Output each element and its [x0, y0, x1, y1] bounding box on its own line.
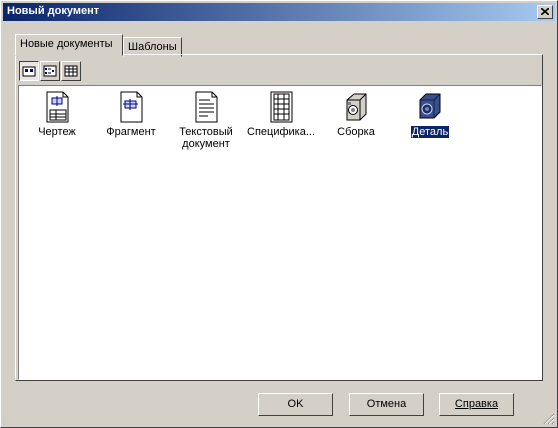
title-bar[interactable]: Новый документ — [3, 3, 555, 21]
item-label: Чертеж — [38, 126, 76, 138]
tab-label: Новые документы — [20, 38, 113, 50]
item-label: Текстовый документ — [179, 126, 233, 150]
close-icon — [541, 8, 549, 15]
close-button[interactable] — [537, 5, 553, 19]
help-button-label: Справка — [454, 398, 499, 410]
resize-grip-icon[interactable] — [543, 413, 555, 425]
item-label: Деталь — [410, 126, 450, 138]
window-title: Новый документ — [7, 5, 100, 17]
large-icons-view-button[interactable] — [19, 61, 39, 81]
tab-new-documents[interactable]: Новые документы — [15, 34, 123, 56]
item-label: Специфика... — [247, 126, 315, 138]
list-item-assembly[interactable]: Сборка — [321, 90, 391, 138]
list-item-drawing[interactable]: Чертеж — [22, 90, 92, 138]
list-item-fragment[interactable]: Фрагмент — [96, 90, 166, 138]
assembly-document-icon — [346, 93, 367, 121]
list-view-icon — [43, 65, 57, 77]
new-document-dialog: Новый документ Новые документы Шаблоны Ч… — [0, 0, 558, 428]
ok-button-label: OK — [287, 398, 304, 410]
fragment-document-icon — [120, 91, 143, 123]
cancel-button[interactable]: Отмена — [349, 393, 424, 416]
large-icons-view-icon — [22, 66, 36, 77]
list-view-button[interactable] — [40, 61, 60, 81]
list-item-specification[interactable]: Специфика... — [246, 90, 316, 138]
specification-document-icon — [270, 91, 293, 123]
cancel-button-label: Отмена — [366, 398, 407, 410]
list-item-part[interactable]: Деталь — [395, 90, 465, 138]
ok-button[interactable]: OK — [258, 393, 333, 416]
details-view-button[interactable] — [61, 61, 81, 81]
document-types-list[interactable]: Чертеж Фрагмент Текстовый документ Специ… — [18, 85, 542, 380]
item-label: Сборка — [337, 126, 375, 138]
tab-label: Шаблоны — [128, 41, 177, 53]
text-document-icon — [195, 91, 218, 123]
item-label: Фрагмент — [106, 126, 156, 138]
part-document-icon — [419, 93, 441, 119]
details-view-icon — [64, 65, 78, 77]
drawing-document-icon — [46, 91, 69, 123]
list-item-text-document[interactable]: Текстовый документ — [171, 90, 241, 150]
help-button[interactable]: Справка — [439, 393, 514, 416]
